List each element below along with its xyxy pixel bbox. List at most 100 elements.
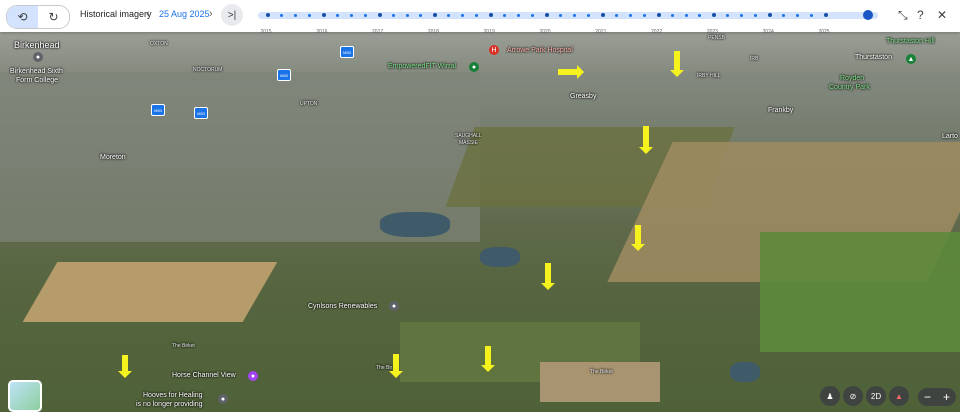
zoom-in-button[interactable]: + — [943, 390, 950, 404]
toolbar-title: Historical imagery — [80, 9, 152, 19]
compass-icon[interactable]: ▲ — [889, 386, 909, 406]
no-imagery-icon[interactable]: ⊘ — [843, 386, 863, 406]
view-2d-button[interactable]: 2D — [866, 386, 886, 406]
grass-field — [760, 232, 960, 352]
place-label: NOCTORUM — [193, 67, 223, 73]
timeline-year-label: 2022 — [651, 29, 663, 35]
timeline-date-dot[interactable] — [684, 14, 688, 17]
next-date-button[interactable]: › — [209, 8, 213, 20]
exit-fullscreen-icon[interactable]: ⤡ — [898, 8, 908, 23]
place-label[interactable]: Larto — [942, 133, 958, 140]
timeline-year-label: 2023 — [706, 29, 718, 35]
hospital-pin-icon[interactable]: H — [489, 45, 499, 55]
annotation-arrow-down — [389, 354, 403, 378]
place-label[interactable]: Birkenhead — [14, 40, 60, 50]
place-label: SAUGHALL — [455, 133, 482, 139]
timeline-date-dot[interactable] — [391, 14, 395, 17]
place-label: IRB — [750, 56, 759, 62]
zoom-out-button[interactable]: − — [924, 390, 931, 404]
timeline-date-dot[interactable] — [279, 14, 283, 17]
business-pin-icon[interactable]: ● — [389, 301, 399, 311]
selected-date[interactable]: 25 Aug 2025 — [159, 9, 210, 19]
map-3d-view[interactable]: M53 M53 M53 M53 ● Birkenhead Birkenhead … — [0, 32, 960, 412]
park-pin-icon[interactable]: ▲ — [906, 54, 916, 64]
place-label[interactable]: Thurstaston — [855, 54, 892, 61]
place-label[interactable]: Form College — [16, 77, 58, 84]
place-label[interactable]: Thurstaston Hill — [886, 38, 935, 45]
imagery-toolbar: ⟲ ↻ Historical imagery ‹ 25 Aug 2025 › >… — [0, 0, 960, 35]
place-label[interactable]: Hooves for Healing — [143, 392, 203, 399]
timeline-date-dot[interactable] — [307, 14, 311, 17]
lake — [730, 362, 760, 382]
timeline-date-dot[interactable] — [586, 14, 590, 17]
person-icon[interactable]: ♟ — [820, 386, 840, 406]
place-label[interactable]: Moreton — [100, 154, 126, 161]
help-icon[interactable]: ? — [917, 8, 924, 22]
timeline-year-dot[interactable] — [266, 13, 270, 17]
place-label[interactable]: Birkenhead Sixth — [10, 68, 63, 75]
place-label[interactable]: Arrowe Park Hospital — [507, 47, 573, 54]
annotation-arrow-down — [118, 355, 132, 378]
latest-date-button[interactable]: >| — [221, 4, 243, 26]
timeline-date-dot[interactable] — [335, 14, 339, 17]
current-imagery-icon[interactable]: ↻ — [38, 6, 69, 28]
timeline-thumb[interactable] — [863, 10, 873, 20]
timeline-slider[interactable]: 2015 2016 2017 2018 2019 2020 2021 2022 2023 2024… — [258, 10, 878, 35]
timeline-year-label: 2018 — [427, 29, 439, 35]
place-label[interactable]: Greasby — [570, 93, 596, 100]
place-label[interactable]: Frankby — [768, 107, 793, 114]
place-label[interactable]: Royden — [840, 75, 864, 82]
timeline-date-dot[interactable] — [670, 14, 674, 17]
road-label: The Birket — [590, 369, 613, 375]
timeline-year-label: 2021 — [595, 29, 607, 35]
horizon-urban-area — [0, 32, 960, 72]
skip-to-end-icon: >| — [227, 9, 237, 21]
place-label[interactable]: EmpoweredFIT Wirral — [388, 63, 456, 70]
college-pin-icon[interactable]: ● — [33, 52, 43, 62]
annotation-arrow-right — [558, 65, 584, 79]
place-pin-icon[interactable]: ● — [248, 371, 258, 381]
timeline-date-dot[interactable] — [628, 14, 632, 17]
timeline-date-dot[interactable] — [614, 14, 618, 17]
timeline-year-label: 2015 — [260, 29, 272, 35]
timeline-date-dot[interactable] — [572, 14, 576, 17]
annotation-arrow-down — [541, 263, 555, 290]
farm-field — [540, 362, 660, 402]
layers-button[interactable] — [8, 380, 42, 412]
previous-date-button[interactable]: ‹ — [146, 8, 150, 20]
imagery-mode-toggle: ⟲ ↻ — [6, 5, 70, 29]
timeline-year-label: 2024 — [762, 29, 774, 35]
annotation-arrow-down — [639, 126, 653, 154]
place-label: MASSIE — [459, 140, 478, 146]
road-shield-m53: M53 — [151, 104, 165, 116]
place-label[interactable]: Cynlsons Renewables — [308, 303, 377, 310]
place-label[interactable]: Horse Channel View — [172, 372, 236, 379]
lake — [480, 247, 520, 267]
annotation-arrow-down — [481, 346, 495, 372]
timeline-date-dot[interactable] — [642, 14, 646, 17]
lake — [380, 212, 450, 237]
gym-pin-icon[interactable]: ● — [469, 62, 479, 72]
timeline-year-dot[interactable] — [321, 13, 326, 17]
timeline-year-dot[interactable] — [545, 13, 549, 17]
timeline-date-dot[interactable] — [405, 14, 409, 17]
farm-field — [22, 262, 278, 322]
place-label[interactable]: Country Park — [829, 84, 870, 91]
annotation-arrow-down — [631, 225, 645, 251]
close-icon[interactable]: ✕ — [937, 8, 947, 22]
timeline-date-dot[interactable] — [558, 14, 562, 17]
place-label: PENSB — [708, 35, 725, 41]
timeline-date-dot[interactable] — [363, 14, 367, 17]
timeline-date-dot[interactable] — [349, 14, 353, 17]
timeline-year-dot[interactable] — [377, 13, 382, 17]
timeline-year-dot[interactable] — [656, 13, 661, 17]
place-pin-icon[interactable]: ● — [218, 394, 228, 404]
road-label: The Birket — [172, 343, 195, 349]
zoom-control: − + — [918, 388, 956, 406]
history-icon[interactable]: ⟲ — [7, 6, 38, 28]
timeline-year-dot[interactable] — [600, 13, 605, 17]
place-label[interactable]: is no longer providing — [136, 401, 203, 408]
place-label: OXTON — [150, 41, 168, 47]
timeline-year-dot[interactable] — [824, 13, 828, 17]
timeline-date-dot[interactable] — [293, 14, 297, 17]
